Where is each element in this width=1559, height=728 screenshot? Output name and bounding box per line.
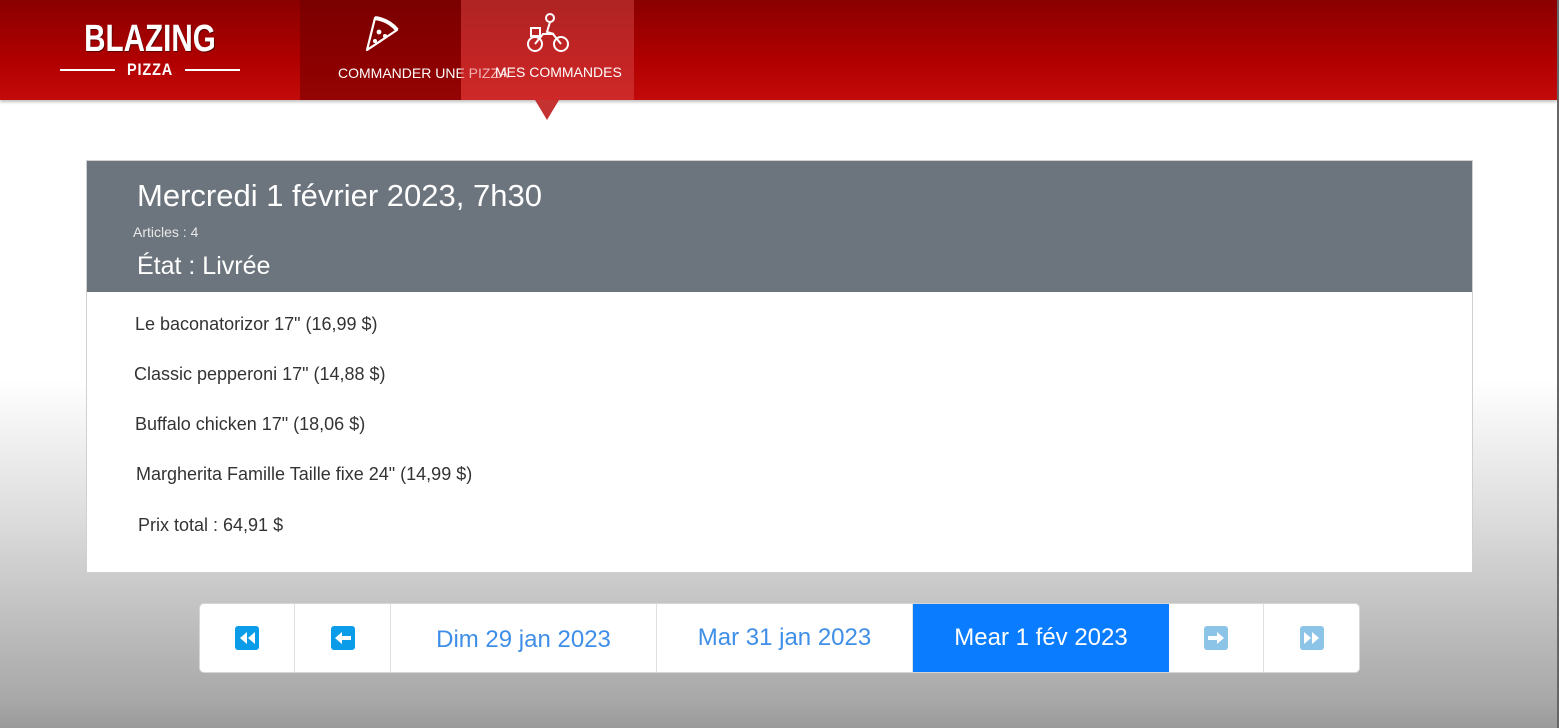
next-page-button[interactable] <box>1169 604 1264 672</box>
order-total: Prix total : 64,91 $ <box>138 515 284 535</box>
double-right-arrow-icon <box>1300 626 1324 650</box>
motorbike-icon <box>523 12 573 59</box>
brand-logo[interactable]: BLAZING PIZZA <box>60 18 240 84</box>
previous-page-button[interactable] <box>295 604 391 672</box>
order-line-item: Classic pepperoni 17" (14,88 $) <box>134 364 386 384</box>
page-date-2[interactable]: Mar 31 jan 2023 <box>657 604 913 672</box>
logo-rule-right <box>185 69 240 71</box>
active-nav-pointer <box>535 100 559 120</box>
last-page-button[interactable] <box>1264 604 1359 672</box>
nav-my-orders-label: MES COMMANDES <box>495 64 622 80</box>
order-card-header: Mercredi 1 février 2023, 7h30 Articles :… <box>87 161 1472 292</box>
order-line-item: Le baconatorizor 17" (16,99 $) <box>135 314 378 334</box>
page-date-1[interactable]: Dim 29 jan 2023 <box>391 604 657 672</box>
order-state: État : Livrée <box>137 252 271 280</box>
order-line-item: Buffalo chicken 17" (18,06 $) <box>135 414 366 434</box>
order-pager: Dim 29 jan 2023 Mar 31 jan 2023 Mear 1 f… <box>199 603 1360 673</box>
order-card: Mercredi 1 février 2023, 7h30 Articles :… <box>86 160 1473 573</box>
left-arrow-icon <box>330 626 355 650</box>
first-page-button[interactable] <box>200 604 295 672</box>
order-line-item: Margherita Famille Taille fixe 24" (14,9… <box>136 464 473 484</box>
order-title: Mercredi 1 février 2023, 7h30 <box>137 178 542 213</box>
page-date-current[interactable]: Mear 1 fév 2023 <box>913 604 1169 672</box>
top-bar: BLAZING PIZZA COMMANDER UNE PIZZA MES CO… <box>0 0 1557 100</box>
brand-name: BLAZING <box>84 18 216 60</box>
right-arrow-icon <box>1204 626 1228 650</box>
double-left-arrow-icon <box>235 626 259 650</box>
logo-rule-left <box>60 69 115 71</box>
pizza-slice-icon <box>359 12 403 57</box>
order-item-count: Articles : 4 <box>133 224 199 240</box>
nav-my-orders[interactable]: MES COMMANDES <box>461 0 634 100</box>
nav-order-pizza[interactable]: COMMANDER UNE PIZZA <box>300 0 508 100</box>
brand-sub: PIZZA <box>126 60 173 79</box>
